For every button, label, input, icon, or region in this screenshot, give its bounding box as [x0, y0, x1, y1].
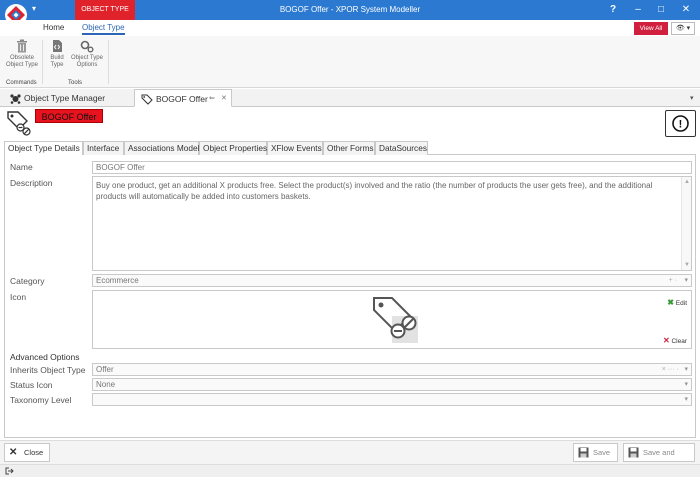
inherits-value: Offer — [96, 365, 114, 374]
tab-datasources[interactable]: DataSources — [375, 141, 428, 155]
icon-edit-button[interactable]: ✖ Edit — [667, 298, 687, 307]
app-menu-caret-icon[interactable]: ▾ — [32, 4, 36, 13]
description-label: Description — [10, 178, 53, 188]
document-tab-bar: Object Type Manager BOGOF Offer ⇐ ✕ — [0, 89, 700, 107]
context-tab-label: OBJECT TYPE — [75, 0, 135, 20]
ribbon-group-separator — [108, 40, 109, 84]
options-button-label: Object Type Options — [71, 55, 103, 68]
tab-associations-model[interactable]: Associations Model — [124, 141, 199, 155]
tab-other-forms[interactable]: Other Forms — [323, 141, 375, 155]
object-type-options-button[interactable]: Object Type Options — [69, 39, 105, 69]
status-bar — [0, 464, 700, 477]
doc-tab-label: BOGOF Offer — [156, 94, 208, 104]
status-icon-value: None — [96, 380, 116, 389]
alert-circle-icon: ! — [672, 115, 689, 132]
tab-xflow-events[interactable]: XFlow Events — [267, 141, 323, 155]
description-scrollbar[interactable]: ▲ ▼ — [681, 177, 691, 270]
price-tag-icon — [141, 94, 153, 105]
tab-overflow-caret-icon[interactable]: ▾ — [690, 94, 694, 102]
category-label: Category — [10, 276, 45, 286]
form-footer: ✕ Close Save Save and Close — [0, 440, 700, 474]
close-button[interactable]: ✕ Close — [4, 443, 50, 462]
object-type-details-panel: Name BOGOF Offer Description Buy one pro… — [4, 155, 696, 438]
advanced-options-heading: Advanced Options — [10, 352, 80, 362]
object-name-badge: BOGOF Offer — [35, 109, 103, 123]
alert-glyph: ! — [679, 119, 683, 131]
object-type-icon — [7, 111, 31, 136]
taxonomy-level-select[interactable]: ▾ — [92, 393, 692, 406]
pin-tab-icon[interactable]: ⇐ — [209, 90, 215, 108]
name-field[interactable]: BOGOF Offer — [92, 161, 692, 174]
excel-edit-icon: ✖ — [667, 298, 674, 307]
save-and-close-button[interactable]: Save and Close — [623, 443, 695, 474]
maximize-button[interactable]: □ — [650, 0, 672, 20]
chevron-down-icon[interactable]: ▾ — [684, 275, 688, 286]
clear-x-icon: ✕ — [662, 336, 670, 345]
floppy-disk-icon — [578, 447, 589, 458]
close-tab-icon[interactable]: ✕ — [221, 90, 227, 108]
category-select[interactable]: Ecommerce + · ▾ — [92, 274, 692, 287]
ribbon-group-separator — [42, 40, 43, 84]
status-icon-label: Status Icon — [10, 380, 53, 390]
bogof-tag-icon — [373, 297, 418, 343]
object-type-manager-icon — [10, 94, 21, 104]
obsolete-object-type-button[interactable]: Obsolete Object Type — [3, 39, 41, 69]
taxonomy-level-label: Taxonomy Level — [10, 395, 72, 405]
doc-tab-bogof-offer[interactable]: BOGOF Offer ⇐ ✕ — [134, 89, 232, 107]
chevron-down-icon[interactable]: ▾ — [684, 364, 688, 375]
description-field[interactable]: Buy one product, get an additional X pro… — [92, 176, 692, 271]
inherits-object-type-select[interactable]: Offer × ··· · ▾ — [92, 363, 692, 376]
build-code-icon — [53, 40, 62, 52]
build-button-label: Build Type — [50, 55, 64, 68]
sign-out-icon[interactable] — [5, 467, 14, 475]
help-button[interactable]: ? — [602, 0, 624, 20]
icon-clear-button[interactable]: ✕ Clear — [663, 336, 687, 345]
save-button-label: Save — [593, 448, 611, 457]
ribbon-group-commands-label: Commands — [6, 80, 37, 86]
close-window-button[interactable]: ✕ — [675, 0, 697, 20]
scroll-down-icon[interactable]: ▼ — [684, 262, 690, 268]
ribbon-tab-object-type[interactable]: Object Type — [82, 23, 125, 35]
category-add-icon[interactable]: + · — [669, 275, 677, 286]
floppy-disk-close-icon — [628, 447, 639, 458]
view-all-button[interactable]: View All — [634, 22, 668, 35]
status-icon-select[interactable]: None ▾ — [92, 378, 692, 391]
edit-label: Edit — [675, 300, 687, 307]
gears-icon — [80, 40, 94, 53]
icon-field: ✖ Edit ✕ Clear — [92, 290, 692, 349]
clear-label: Clear — [671, 338, 687, 345]
chevron-down-icon[interactable]: ▾ — [684, 394, 688, 405]
scroll-up-icon[interactable]: ▲ — [684, 179, 690, 185]
icon-label: Icon — [10, 292, 27, 302]
close-x-icon: ✕ — [9, 447, 18, 458]
inherits-clear-icon[interactable]: × ··· · — [662, 364, 679, 375]
title-bar: ▾ OBJECT TYPE BOGOF Offer - XPOR System … — [0, 0, 700, 26]
close-button-label: Close — [24, 448, 44, 457]
doc-tab-label: Object Type Manager — [24, 93, 106, 103]
description-text: Buy one product, get an additional X pro… — [96, 181, 653, 201]
ribbon-tab-home[interactable]: Home — [43, 23, 64, 32]
ribbon: Obsolete Object Type Build Type Object T… — [0, 36, 700, 88]
visibility-menu-button[interactable]: 👁 ▾ — [671, 22, 695, 35]
tab-object-properties[interactable]: Object Properties — [199, 141, 267, 155]
category-value: Ecommerce — [96, 276, 139, 285]
minimize-button[interactable]: – — [627, 0, 649, 20]
doc-tab-object-type-manager[interactable]: Object Type Manager — [4, 89, 134, 107]
inherits-object-type-label: Inherits Object Type — [10, 365, 86, 375]
chevron-down-icon[interactable]: ▾ — [684, 379, 688, 390]
tab-interface[interactable]: Interface — [83, 141, 124, 155]
ribbon-group-tools-label: Tools — [68, 80, 83, 86]
trash-icon — [17, 39, 27, 53]
obsolete-button-label: Obsolete Object Type — [6, 55, 38, 68]
save-button[interactable]: Save — [573, 443, 618, 462]
ribbon-tab-bar: Home Object Type — [0, 20, 700, 36]
build-type-button[interactable]: Build Type — [47, 39, 67, 69]
alert-button[interactable]: ! — [665, 110, 696, 137]
name-label: Name — [10, 162, 33, 172]
form-tab-bar: Object Type Details Interface Associatio… — [4, 141, 696, 156]
tab-object-type-details[interactable]: Object Type Details — [4, 141, 83, 156]
